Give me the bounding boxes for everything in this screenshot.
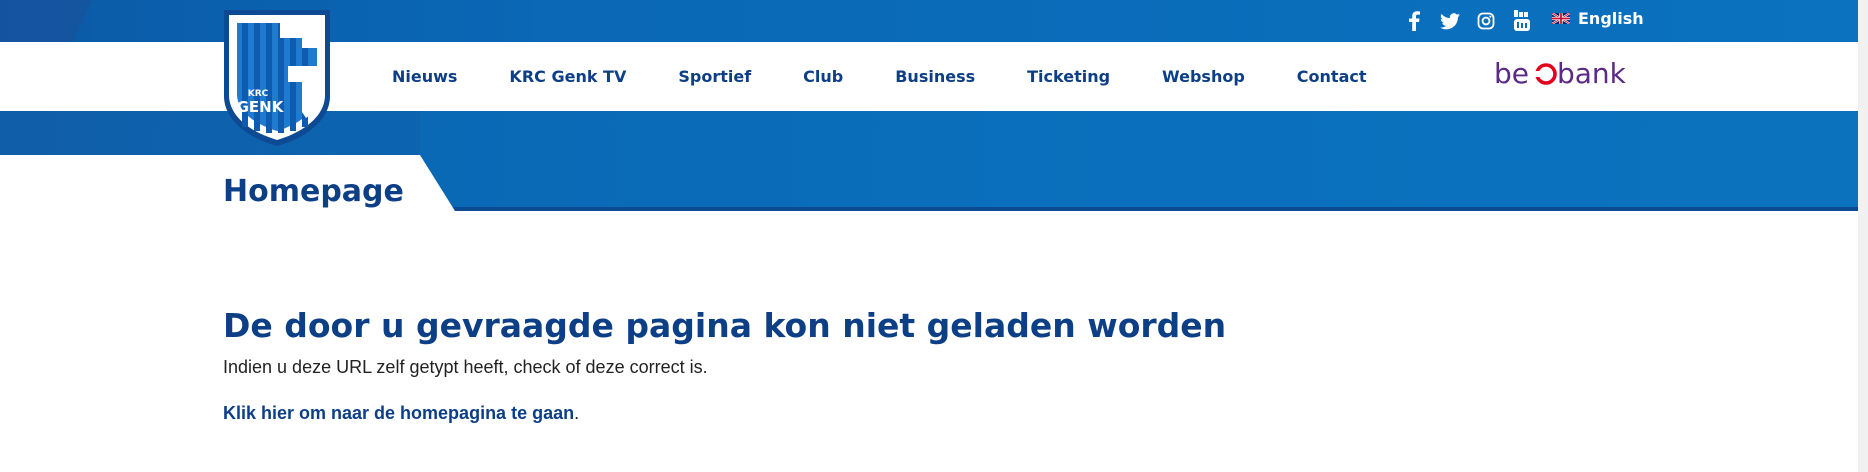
youtube-link[interactable] — [1504, 9, 1540, 33]
instagram-icon — [1477, 12, 1495, 30]
instagram-link[interactable] — [1468, 9, 1504, 33]
club-logo[interactable]: KRC GENK — [218, 8, 336, 148]
scrollbar-track[interactable] — [1858, 0, 1868, 472]
language-switch[interactable]: English — [1552, 9, 1644, 28]
twitter-icon — [1440, 12, 1460, 29]
beobank-logo: be bank — [1494, 57, 1627, 90]
nav-item-contact[interactable]: Contact — [1297, 67, 1367, 86]
nav-item-nieuws[interactable]: Nieuws — [392, 67, 457, 86]
error-content: De door u gevraagde pagina kon niet gela… — [223, 306, 1723, 424]
error-link-paragraph: Klik hier om naar de homepagina te gaan. — [223, 402, 1723, 424]
main-nav: Nieuws KRC Genk TV Sportief Club Busines… — [392, 42, 1419, 111]
nav-item-webshop[interactable]: Webshop — [1162, 67, 1245, 86]
nav-item-sportief[interactable]: Sportief — [678, 67, 751, 86]
hero-band-shade — [0, 111, 420, 155]
sponsor-text-b: bank — [1557, 57, 1627, 90]
logo-text-genk: GENK — [237, 98, 285, 116]
facebook-link[interactable] — [1396, 9, 1432, 33]
homepage-link[interactable]: Klik hier om naar de homepagina te gaan — [223, 403, 574, 423]
sponsor-text-a: be — [1494, 57, 1529, 90]
page-title: Homepage — [223, 174, 404, 209]
link-suffix: . — [574, 403, 580, 423]
nav-item-krc-genk-tv[interactable]: KRC Genk TV — [509, 67, 626, 86]
uk-flag-icon — [1552, 13, 1570, 24]
twitter-link[interactable] — [1432, 9, 1468, 33]
nav-item-ticketing[interactable]: Ticketing — [1027, 67, 1110, 86]
facebook-icon — [1409, 11, 1420, 31]
top-bar-decoration — [0, 0, 210, 42]
error-title: De door u gevraagde pagina kon niet gela… — [223, 306, 1227, 345]
language-label: English — [1578, 9, 1644, 28]
hero-band-underline — [420, 207, 1858, 211]
nav-item-club[interactable]: Club — [803, 67, 843, 86]
krc-genk-crest-icon: KRC GENK — [224, 10, 330, 146]
error-text: Indien u deze URL zelf getypt heeft, che… — [223, 357, 708, 377]
nav-item-business[interactable]: Business — [895, 67, 975, 86]
youtube-icon — [1514, 10, 1530, 31]
sponsor-logo-beobank[interactable]: be bank — [1494, 54, 1630, 94]
social-links — [1396, 9, 1540, 33]
